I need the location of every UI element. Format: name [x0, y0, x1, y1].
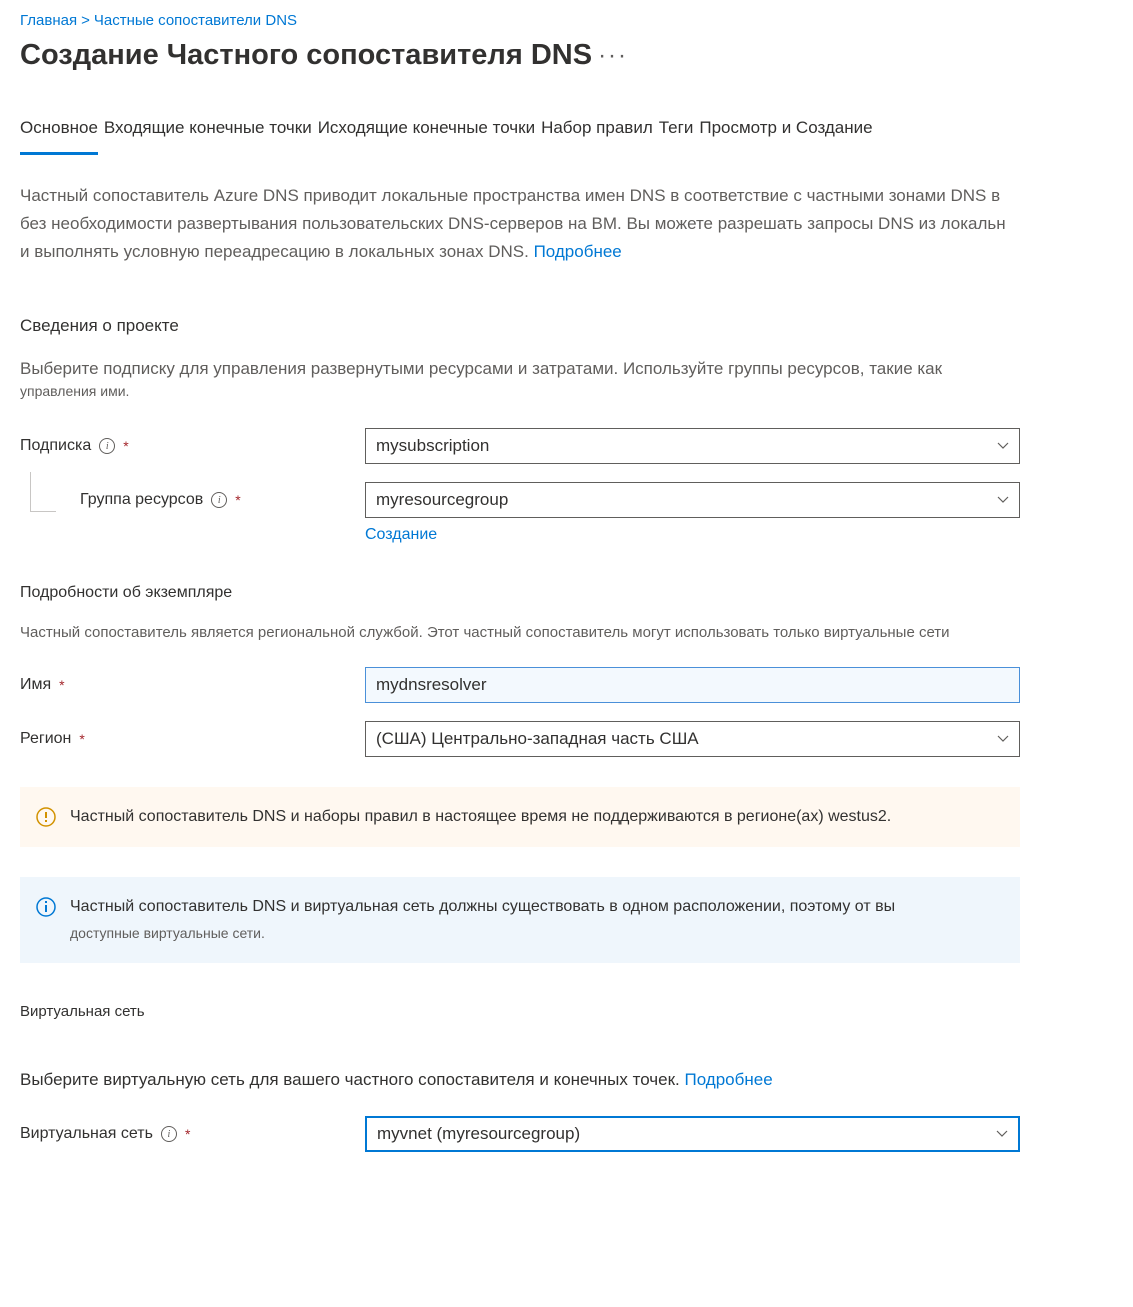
info-icon	[36, 897, 56, 917]
section-vnet-desc: Выберите виртуальную сеть для вашего час…	[20, 1070, 1020, 1090]
vnet-dropdown[interactable]: myvnet (myresourcegroup)	[365, 1116, 1020, 1152]
chevron-down-icon	[996, 1128, 1008, 1140]
tab-basics[interactable]: Основное	[20, 112, 98, 155]
section-project-title: Сведения о проекте	[20, 316, 1020, 336]
region-dropdown[interactable]: (США) Центрально-западная часть США	[365, 721, 1020, 757]
tab-outbound[interactable]: Исходящие конечные точки	[318, 112, 535, 155]
create-new-rg-link[interactable]: Создание	[365, 526, 1020, 544]
chevron-down-icon	[997, 440, 1009, 452]
alert-warning: Частный сопоставитель DNS и наборы прави…	[20, 787, 1020, 847]
chevron-down-icon	[997, 494, 1009, 506]
subscription-label: Подписка i *	[20, 437, 365, 455]
breadcrumb-parent[interactable]: Частные сопоставители DNS	[94, 12, 297, 29]
section-project-desc: Выберите подписку для управления разверн…	[20, 358, 1020, 402]
page-title: Создание Частного сопоставителя DNS	[20, 39, 592, 72]
breadcrumb: Главная > Частные сопоставители DNS	[20, 12, 1020, 29]
tabs: Основное Входящие конечные точки Исходящ…	[20, 112, 1020, 156]
vnet-learn-more[interactable]: Подробнее	[685, 1070, 773, 1089]
more-actions-icon[interactable]: ···	[598, 51, 628, 61]
tab-tags[interactable]: Теги	[659, 112, 694, 155]
alert-info: Частный сопоставитель DNS и виртуальная …	[20, 877, 1020, 963]
intro-text: Частный сопоставитель Azure DNS приводит…	[20, 182, 1020, 266]
name-label: Имя *	[20, 676, 365, 694]
breadcrumb-sep: >	[81, 12, 90, 29]
name-input[interactable]: mydnsresolver	[365, 667, 1020, 703]
breadcrumb-home[interactable]: Главная	[20, 12, 77, 29]
intro-learn-more[interactable]: Подробнее	[534, 242, 622, 261]
info-icon[interactable]: i	[211, 492, 227, 508]
tab-review-create[interactable]: Просмотр и Создание	[699, 112, 872, 155]
warning-icon	[36, 807, 56, 827]
section-instance-desc: Частный сопоставитель является региональ…	[20, 624, 1020, 641]
region-label: Регион *	[20, 730, 365, 748]
section-instance-title: Подробности об экземпляре	[20, 584, 1020, 602]
tab-ruleset[interactable]: Набор правил	[541, 112, 653, 155]
section-vnet-title: Виртуальная сеть	[20, 1003, 1020, 1020]
resource-group-dropdown[interactable]: myresourcegroup	[365, 482, 1020, 518]
info-icon[interactable]: i	[99, 438, 115, 454]
resource-group-label: Группа ресурсов i *	[20, 491, 365, 509]
tab-inbound[interactable]: Входящие конечные точки	[104, 112, 312, 155]
chevron-down-icon	[997, 733, 1009, 745]
vnet-label: Виртуальная сеть i *	[20, 1125, 365, 1143]
info-icon[interactable]: i	[161, 1126, 177, 1142]
subscription-dropdown[interactable]: mysubscription	[365, 428, 1020, 464]
